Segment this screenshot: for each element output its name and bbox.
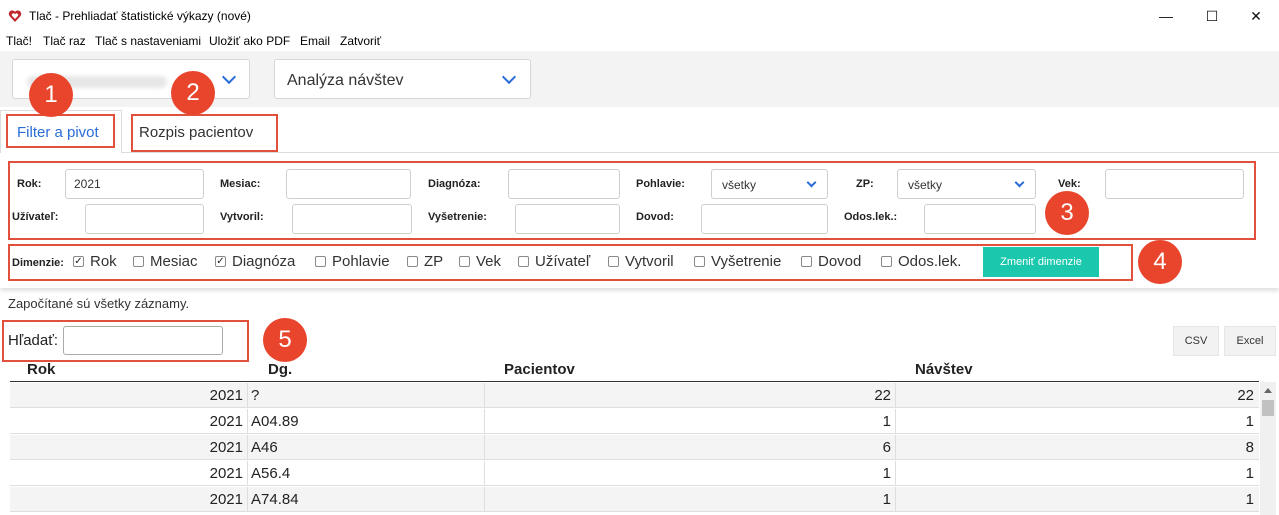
- column-divider: [247, 409, 248, 434]
- annotation-box-1: [6, 114, 115, 148]
- column-divider: [484, 461, 485, 486]
- column-divider: [247, 435, 248, 460]
- column-divider: [484, 383, 485, 408]
- cell-dg: A56.4: [251, 465, 291, 482]
- report-type-select[interactable]: Analýza návštev: [274, 59, 531, 99]
- cell-dg: A04.89: [251, 413, 299, 430]
- annotation-box-2: [131, 114, 278, 152]
- menu-print-now[interactable]: Tlač!: [6, 34, 32, 48]
- close-icon: ✕: [1250, 7, 1262, 24]
- search-input[interactable]: [63, 326, 223, 355]
- cell-navstev: 8: [1245, 439, 1254, 456]
- column-divider: [484, 409, 485, 434]
- cell-dg: A46: [251, 439, 278, 456]
- column-divider: [484, 435, 485, 460]
- close-button[interactable]: ✕: [1233, 0, 1279, 32]
- cell-pacientov: 6: [882, 439, 891, 456]
- column-header-pacientov[interactable]: Pacientov: [504, 361, 575, 378]
- column-divider: [484, 487, 485, 512]
- heart-app-icon: [8, 10, 22, 22]
- table-row[interactable]: 2021 A04.89 1 1: [10, 409, 1259, 434]
- maximize-icon: ☐: [1205, 7, 1219, 24]
- maximize-button[interactable]: ☐: [1189, 0, 1235, 32]
- column-header-dg[interactable]: Dg.: [268, 361, 292, 378]
- minimize-button[interactable]: —: [1143, 0, 1189, 32]
- window-title: Tlač - Prehliadať štatistické výkazy (no…: [29, 9, 251, 23]
- scroll-thumb[interactable]: [1262, 400, 1274, 416]
- records-info-text: Započítané sú všetky záznamy.: [8, 296, 190, 311]
- excel-export-button[interactable]: Excel: [1224, 326, 1276, 356]
- cell-navstev: 1: [1245, 465, 1254, 482]
- minimize-icon: —: [1159, 8, 1173, 24]
- column-divider: [895, 435, 896, 460]
- cell-rok: 2021: [209, 465, 243, 482]
- menu-bar: Tlač! Tlač raz Tlač s nastaveniami Uloži…: [0, 32, 1279, 51]
- menu-save-pdf[interactable]: Uložiť ako PDF: [209, 34, 290, 48]
- table-row[interactable]: 2021 A46 6 8: [10, 435, 1259, 460]
- cell-pacientov: 1: [882, 491, 891, 508]
- title-bar: Tlač - Prehliadať štatistické výkazy (no…: [0, 0, 1279, 32]
- cell-pacientov: 22: [874, 387, 891, 404]
- column-divider: [895, 383, 896, 408]
- column-divider: [895, 487, 896, 512]
- chevron-down-icon: [221, 69, 237, 85]
- cell-pacientov: 1: [882, 413, 891, 430]
- table-scrollbar[interactable]: [1260, 382, 1276, 515]
- column-divider: [247, 461, 248, 486]
- annotation-badge-5: 5: [263, 318, 307, 362]
- chevron-down-icon: [501, 69, 517, 85]
- table-row[interactable]: 2021? 22 22: [10, 383, 1259, 408]
- cell-navstev: 1: [1245, 491, 1254, 508]
- menu-print-once[interactable]: Tlač raz: [43, 34, 86, 48]
- cell-dg: ?: [251, 387, 260, 404]
- cell-navstev: 1: [1245, 413, 1254, 430]
- annotation-badge-4: 4: [1138, 240, 1182, 284]
- menu-email[interactable]: Email: [300, 34, 330, 48]
- menu-close[interactable]: Zatvoriť: [340, 34, 381, 48]
- annotation-badge-2: 2: [171, 71, 215, 115]
- menu-print-settings[interactable]: Tlač s nastaveniami: [95, 34, 201, 48]
- column-header-navstev[interactable]: Návštev: [915, 361, 973, 378]
- report-type-value: Analýza návštev: [287, 72, 404, 89]
- annotation-badge-3: 3: [1045, 191, 1089, 235]
- table-header-divider: [10, 381, 1259, 382]
- cell-rok: 2021: [209, 491, 243, 508]
- column-header-rok[interactable]: Rok: [27, 361, 55, 378]
- table-row[interactable]: 2021 A74.84 1 1: [10, 487, 1259, 512]
- cell-pacientov: 1: [882, 465, 891, 482]
- table-row[interactable]: 2021 A56.4 1 1: [10, 461, 1259, 486]
- cell-dg: A74.84: [251, 491, 299, 508]
- cell-rok: 2021: [209, 387, 243, 404]
- column-divider: [895, 461, 896, 486]
- cell-rok: 2021: [209, 413, 243, 430]
- column-divider: [895, 409, 896, 434]
- scroll-up-icon[interactable]: [1264, 388, 1272, 393]
- column-divider: [247, 383, 248, 408]
- column-divider: [247, 487, 248, 512]
- cell-navstev: 22: [1237, 387, 1254, 404]
- annotation-badge-1: 1: [29, 73, 73, 117]
- annotation-box-4: [8, 244, 1133, 281]
- search-label: Hľadať:: [8, 332, 59, 349]
- csv-export-button[interactable]: CSV: [1173, 326, 1219, 356]
- cell-rok: 2021: [209, 439, 243, 456]
